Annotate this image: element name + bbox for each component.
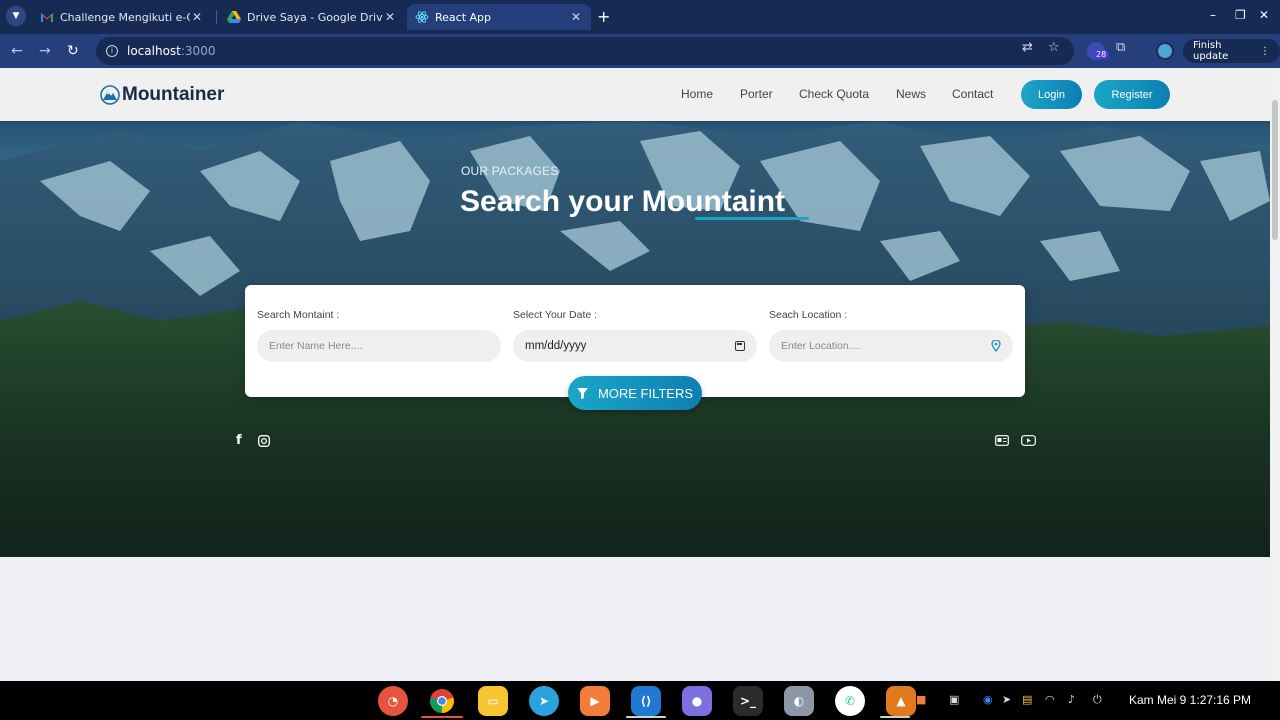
nav-news[interactable]: News xyxy=(896,87,926,101)
translate-icon[interactable]: ⇄ xyxy=(1022,40,1033,55)
play-store-icon[interactable]: ▶ xyxy=(580,686,610,716)
google-drive-icon xyxy=(227,10,241,24)
terminal-icon[interactable]: >_ xyxy=(733,686,763,716)
tab-divider xyxy=(216,10,217,24)
forward-icon[interactable]: → xyxy=(39,43,51,59)
vscode-icon[interactable]: ⟨⟩ xyxy=(631,686,661,716)
close-tab-icon[interactable]: ✕ xyxy=(569,10,583,24)
brand-name: Mountainer xyxy=(122,84,225,105)
site-logo[interactable]: Mountainer xyxy=(100,84,224,106)
camera-icon[interactable]: ● xyxy=(682,686,712,716)
bookmark-star-icon[interactable]: ☆ xyxy=(1048,40,1060,55)
nav-porter[interactable]: Porter xyxy=(740,87,773,101)
tab-gmail[interactable]: Challenge Mengikuti e-Co ✕ xyxy=(32,4,212,30)
kebab-menu-icon: ⋮ xyxy=(1260,45,1270,57)
tab-google-drive[interactable]: Drive Saya - Google Drive ✕ xyxy=(219,4,405,30)
calendar-icon[interactable] xyxy=(735,341,745,351)
browser-toolbar: ← → ↻ i localhost:3000 ⇄ ☆ ⧉ Finish upda… xyxy=(0,34,1280,68)
nav-home[interactable]: Home xyxy=(681,87,713,101)
news-icon[interactable] xyxy=(995,435,1009,446)
close-tab-icon[interactable]: ✕ xyxy=(383,10,397,24)
wifi-icon[interactable]: ◠ xyxy=(1045,693,1055,706)
hero-title: Search your Mountaint xyxy=(460,185,785,219)
site-info-icon[interactable]: i xyxy=(106,45,118,57)
date-input[interactable]: mm/dd/yyyy xyxy=(513,330,757,362)
extension-badge: 28 xyxy=(1093,50,1110,59)
react-icon xyxy=(415,10,429,24)
reload-icon[interactable]: ↻ xyxy=(67,43,79,59)
tab-search-icon[interactable]: ▼ xyxy=(6,6,26,26)
facebook-icon[interactable]: f xyxy=(236,433,242,448)
nav-contact[interactable]: Contact xyxy=(952,87,993,101)
site-navbar: Mountainer Home Porter Check Quota News … xyxy=(0,68,1270,121)
active-app-indicator xyxy=(626,716,666,718)
filter-funnel-icon xyxy=(576,387,588,399)
more-filters-label: MORE FILTERS xyxy=(597,385,694,401)
address-bar[interactable]: i localhost:3000 xyxy=(96,37,1074,65)
nav-check-quota[interactable]: Check Quota xyxy=(799,87,869,101)
tab-title: Drive Saya - Google Drive xyxy=(247,10,383,24)
app-launcher-icon[interactable]: ◔ xyxy=(378,686,408,716)
tab-title: React App xyxy=(435,10,492,24)
tray-screenshot-icon[interactable]: ▣ xyxy=(949,693,959,706)
back-icon[interactable]: ← xyxy=(11,43,23,59)
tray-notes-icon[interactable]: ▤ xyxy=(1022,693,1032,706)
hero-title-prefix: Search your xyxy=(460,185,642,218)
settings-icon[interactable]: ◐ xyxy=(784,686,814,716)
files-icon[interactable]: ▭ xyxy=(478,686,508,716)
scrollbar-thumb[interactable] xyxy=(1272,100,1278,240)
youtube-icon[interactable] xyxy=(1021,435,1036,446)
active-app-indicator xyxy=(880,716,910,718)
register-button[interactable]: Register xyxy=(1094,80,1170,109)
gmail-icon xyxy=(40,10,54,24)
power-icon[interactable]: ⏻ xyxy=(1093,693,1102,707)
hero-subtitle: OUR PACKAGES xyxy=(461,164,559,178)
mountain-name-input[interactable]: Enter Name Here.... xyxy=(257,330,501,362)
location-field-label: Seach Location : xyxy=(769,309,848,321)
close-tab-icon[interactable]: ✕ xyxy=(190,10,204,24)
telegram-icon[interactable]: ➤ xyxy=(529,686,559,716)
more-filters-button[interactable]: MORE FILTERS xyxy=(568,376,702,410)
web-page: Mountainer Home Porter Check Quota News … xyxy=(0,68,1270,681)
tab-react-app[interactable]: React App ✕ xyxy=(407,4,591,30)
title-underline xyxy=(695,217,809,220)
tray-app-icon[interactable]: ■ xyxy=(916,693,926,706)
new-tab-icon[interactable]: + xyxy=(597,7,610,26)
tray-chrome-icon[interactable]: ◉ xyxy=(983,693,993,706)
chrome-icon[interactable] xyxy=(427,686,457,716)
date-value: mm/dd/yyyy xyxy=(525,340,587,352)
name-field-label: Search Montaint : xyxy=(257,309,340,321)
browser-tabstrip: ▼ Challenge Mengikuti e-Co ✕ Drive Saya … xyxy=(0,0,1280,34)
url-port: :3000 xyxy=(180,44,216,58)
tray-telegram-icon[interactable]: ➤ xyxy=(1002,693,1011,706)
volume-icon[interactable]: ♪ xyxy=(1068,693,1075,706)
date-field-label: Select Your Date : xyxy=(513,309,598,321)
close-window-icon[interactable]: ✕ xyxy=(1259,8,1269,22)
location-placeholder: Enter Location.... xyxy=(781,340,861,352)
vlc-icon[interactable]: ▲ xyxy=(886,686,916,716)
location-pin-icon xyxy=(991,340,1001,352)
tab-title: Challenge Mengikuti e-Co xyxy=(60,10,190,24)
url-host: localhost xyxy=(127,44,181,58)
whatsapp-icon[interactable]: ✆ xyxy=(835,686,865,716)
hero-section: OUR PACKAGES Search your Mountaint Searc… xyxy=(0,121,1270,557)
location-input[interactable]: Enter Location.... xyxy=(769,330,1013,362)
page-scrollbar[interactable] xyxy=(1270,68,1280,681)
extensions-puzzle-icon[interactable]: ⧉ xyxy=(1116,40,1125,55)
login-button[interactable]: Login xyxy=(1021,80,1082,109)
minimize-icon[interactable]: – xyxy=(1210,8,1216,22)
mountain-logo-icon xyxy=(100,85,120,105)
name-placeholder: Enter Name Here.... xyxy=(269,340,363,352)
active-app-indicator xyxy=(421,716,463,718)
finish-update-button[interactable]: Finish update ⋮ xyxy=(1183,39,1280,63)
system-clock[interactable]: Kam Mei 9 1:27:16 PM xyxy=(1129,693,1251,707)
os-taskbar: ◔ ▭ ➤ ▶ ⟨⟩ ● >_ ◐ ✆ ▲ ■ ▣ ◉ ➤ ▤ ◠ ♪ ⏻ Ka… xyxy=(0,681,1280,720)
restore-icon[interactable]: ❐ xyxy=(1235,8,1246,22)
profile-avatar[interactable] xyxy=(1156,42,1174,60)
finish-update-label: Finish update xyxy=(1193,40,1229,62)
instagram-icon[interactable] xyxy=(258,435,270,447)
hero-title-highlight: Mountaint xyxy=(641,185,786,218)
